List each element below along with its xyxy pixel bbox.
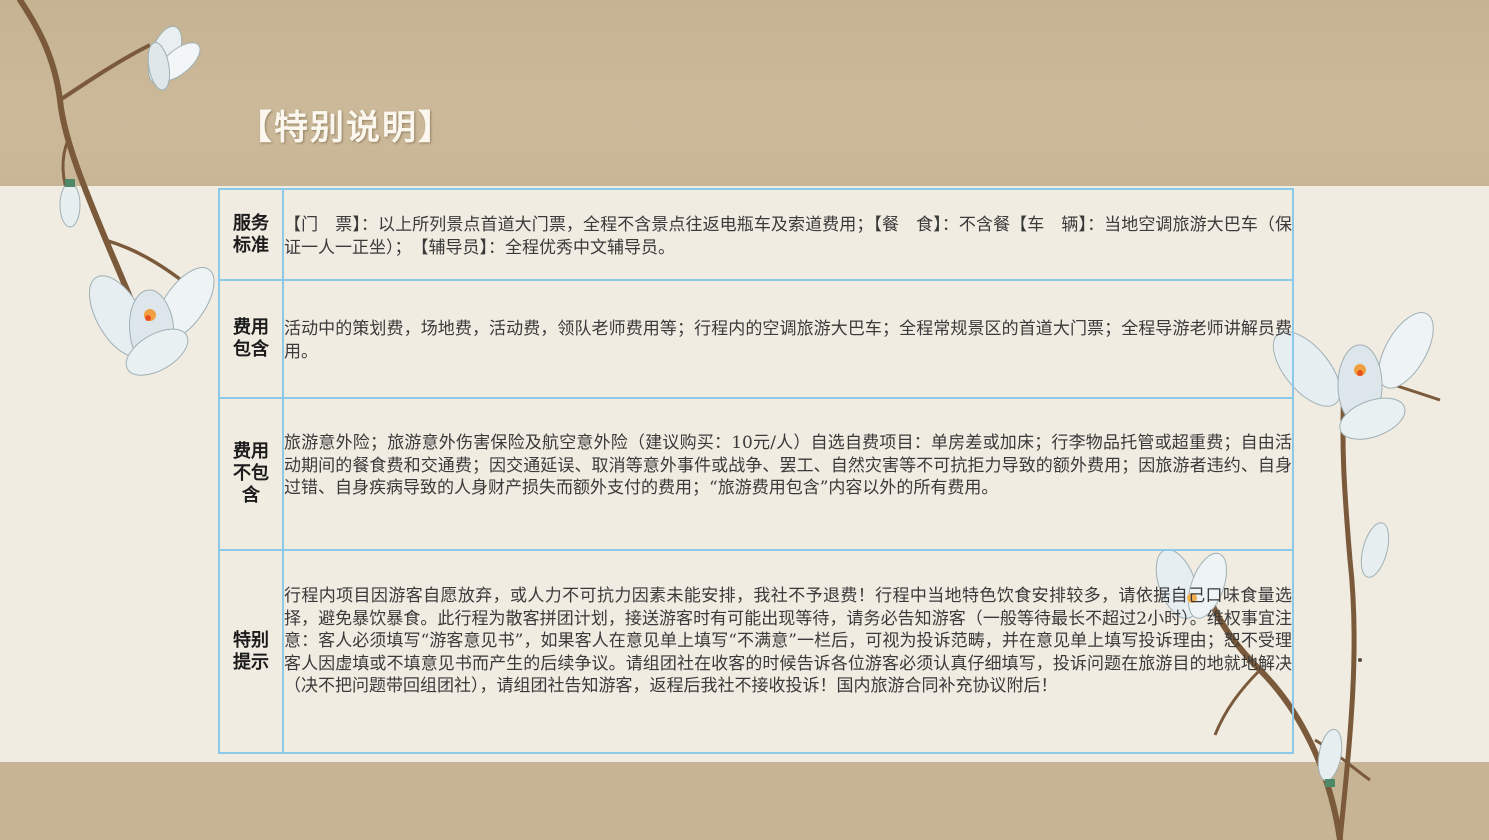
bottom-paper-band (0, 762, 1489, 840)
table-row: 费用 不包 含 旅游意外险；旅游意外伤害保险及航空意外险（建议购买：10元/人）… (218, 397, 1294, 551)
row-label: 服务 标准 (218, 188, 284, 281)
table-row: 特别 提示 行程内项目因游客自愿放弃，或人力不可抗力因素未能安排，我社不予退费！… (218, 549, 1294, 754)
table-row: 费用 包含 活动中的策划费，场地费，活动费，领队老师费用等；行程内的空调旅游大巴… (218, 279, 1294, 399)
row-label: 费用 不包 含 (218, 397, 284, 551)
top-paper-band (0, 0, 1489, 186)
row-label-text: 费用 包含 (233, 317, 269, 360)
row-content: 活动中的策划费，场地费，活动费，领队老师费用等；行程内的空调旅游大巴车；全程常规… (282, 279, 1294, 399)
page-title: 【特别说明】 (238, 108, 454, 148)
special-notes-table: 服务 标准 【门 票】：以上所列景点首道大门票，全程不含景点往返电瓶车及索道费用… (218, 188, 1294, 754)
row-label: 特别 提示 (218, 549, 284, 754)
row-label-text: 特别 提示 (233, 629, 269, 673)
table-row: 服务 标准 【门 票】：以上所列景点首道大门票，全程不含景点往返电瓶车及索道费用… (218, 188, 1294, 281)
row-label-text: 费用 不包 含 (233, 441, 269, 506)
row-label-text: 服务 标准 (233, 212, 269, 256)
row-content: 旅游意外险；旅游意外伤害保险及航空意外险（建议购买：10元/人）自选自费项目：单… (282, 397, 1294, 551)
row-content: 【门 票】：以上所列景点首道大门票，全程不含景点往返电瓶车及索道费用；【餐 食】… (282, 188, 1294, 281)
row-content: 行程内项目因游客自愿放弃，或人力不可抗力因素未能安排，我社不予退费！行程中当地特… (282, 549, 1294, 754)
row-label: 费用 包含 (218, 279, 284, 399)
